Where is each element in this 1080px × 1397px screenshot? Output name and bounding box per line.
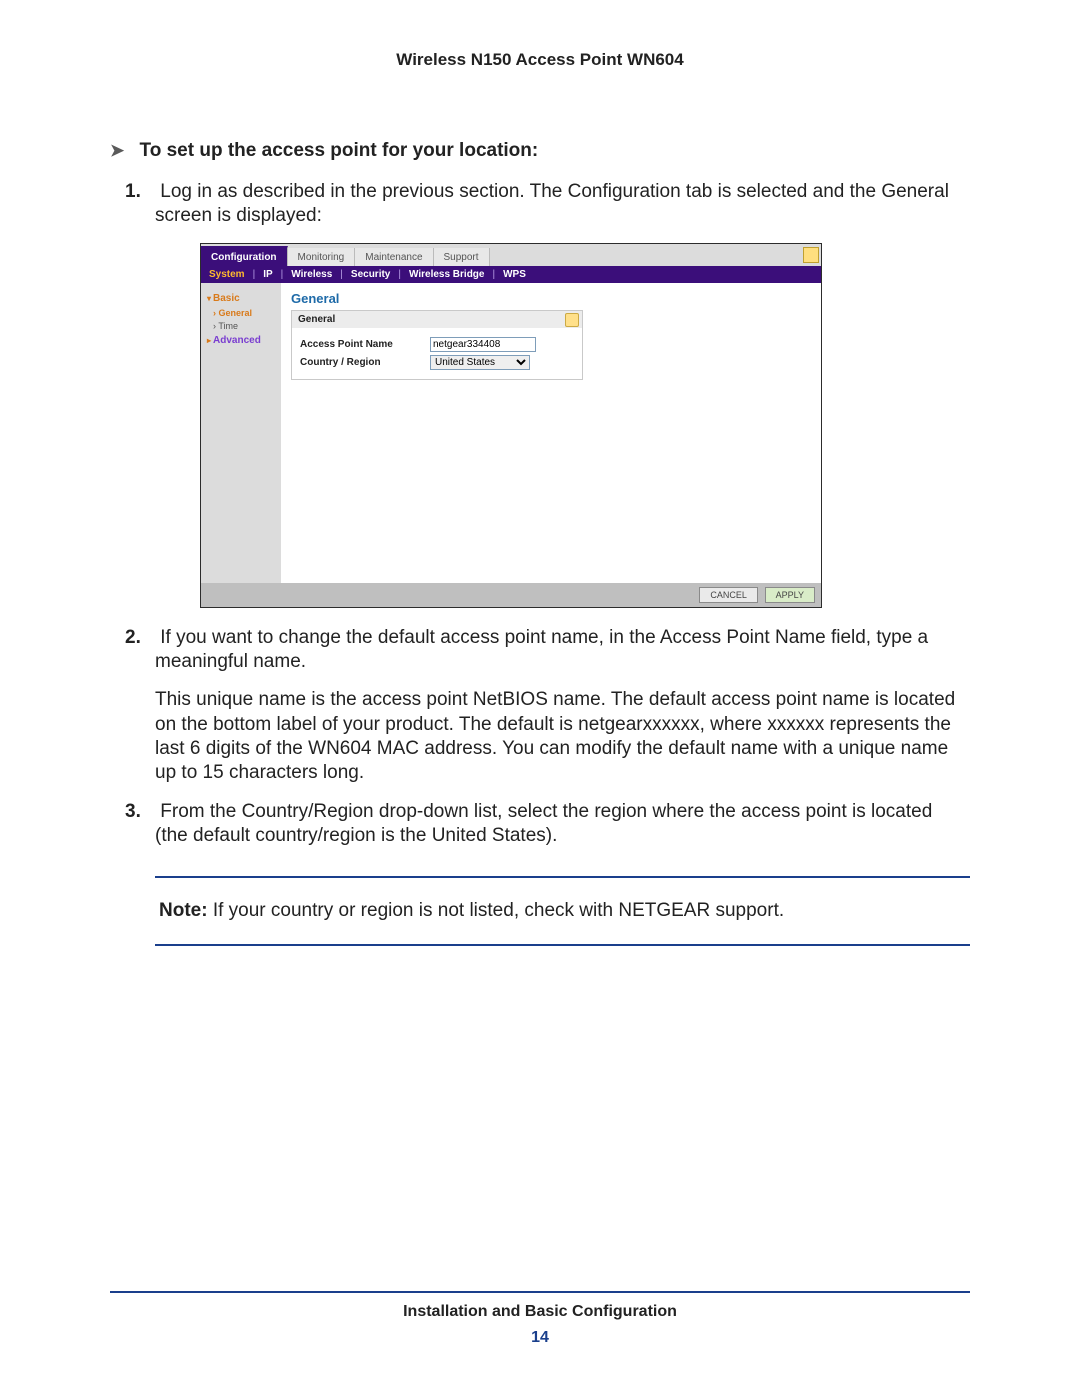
caret-right-icon: ▸	[207, 336, 211, 345]
step-3: 3. From the Country/Region drop-down lis…	[155, 800, 970, 849]
note-label: Note:	[159, 900, 208, 921]
step-text: From the Country/Region drop-down list, …	[155, 801, 932, 846]
subtab-wireless-bridge[interactable]: Wireless Bridge	[409, 269, 485, 280]
action-bar: CANCEL APPLY	[201, 583, 821, 607]
subtab-system[interactable]: System	[209, 269, 245, 280]
step-text: Log in as described in the previous sect…	[155, 181, 949, 226]
country-select[interactable]: United States	[430, 355, 530, 370]
tab-support[interactable]: Support	[434, 248, 490, 266]
note-text: If your country or region is not listed,…	[208, 900, 785, 921]
logout-icon[interactable]	[803, 247, 819, 263]
step-2-paragraph: This unique name is the access point Net…	[155, 688, 970, 785]
screenshot-figure: Configuration Monitoring Maintenance Sup…	[200, 243, 970, 608]
ap-name-label: Access Point Name	[300, 339, 430, 350]
footer-rule	[110, 1291, 970, 1293]
tab-monitoring[interactable]: Monitoring	[288, 248, 356, 266]
step-text: If you want to change the default access…	[155, 627, 928, 672]
ap-name-input[interactable]	[430, 337, 536, 352]
subtab-wireless[interactable]: Wireless	[291, 269, 332, 280]
sub-tab-bar: System| IP| Wireless| Security| Wireless…	[201, 266, 821, 283]
task-heading-text: To set up the access point for your loca…	[140, 140, 539, 161]
tab-configuration[interactable]: Configuration	[201, 246, 288, 266]
sidebar-item-basic[interactable]: ▾Basic	[207, 293, 275, 304]
footer-section-title: Installation and Basic Configuration	[110, 1303, 970, 1321]
help-icon[interactable]	[565, 313, 579, 327]
arrow-right-icon: ➤	[110, 141, 124, 161]
apply-button[interactable]: APPLY	[765, 587, 815, 603]
doc-header-title: Wireless N150 Access Point WN604	[110, 50, 970, 70]
task-heading: ➤ To set up the access point for your lo…	[110, 140, 970, 162]
subtab-wps[interactable]: WPS	[503, 269, 526, 280]
step-1: 1. Log in as described in the previous s…	[155, 180, 970, 229]
sidebar-item-general[interactable]: › General	[213, 308, 275, 318]
sidebar: ▾Basic › General › Time ▸Advanced	[201, 283, 281, 583]
sidebar-item-advanced[interactable]: ▸Advanced	[207, 335, 275, 346]
panel-header-text: General	[298, 314, 335, 325]
step-number: 2.	[125, 626, 150, 650]
caret-down-icon: ▾	[207, 294, 211, 303]
content-pane: General General Access Point Name	[281, 283, 821, 583]
footer-page-number: 14	[110, 1329, 970, 1347]
config-ui-window: Configuration Monitoring Maintenance Sup…	[200, 243, 822, 608]
general-panel: General Access Point Name Country / Regi…	[291, 310, 583, 380]
subtab-ip[interactable]: IP	[263, 269, 272, 280]
cancel-button[interactable]: CANCEL	[699, 587, 758, 603]
note-callout: Note: If your country or region is not l…	[155, 876, 970, 946]
panel-header: General	[292, 311, 582, 328]
step-number: 3.	[125, 800, 150, 824]
top-tab-bar: Configuration Monitoring Maintenance Sup…	[201, 244, 821, 266]
content-page-title: General	[291, 291, 809, 306]
country-label: Country / Region	[300, 357, 430, 368]
step-number: 1.	[125, 180, 150, 204]
page-footer: Installation and Basic Configuration 14	[110, 1291, 970, 1347]
step-2: 2. If you want to change the default acc…	[155, 626, 970, 675]
subtab-security[interactable]: Security	[351, 269, 390, 280]
sidebar-item-time[interactable]: › Time	[213, 321, 275, 331]
tab-maintenance[interactable]: Maintenance	[355, 248, 433, 266]
